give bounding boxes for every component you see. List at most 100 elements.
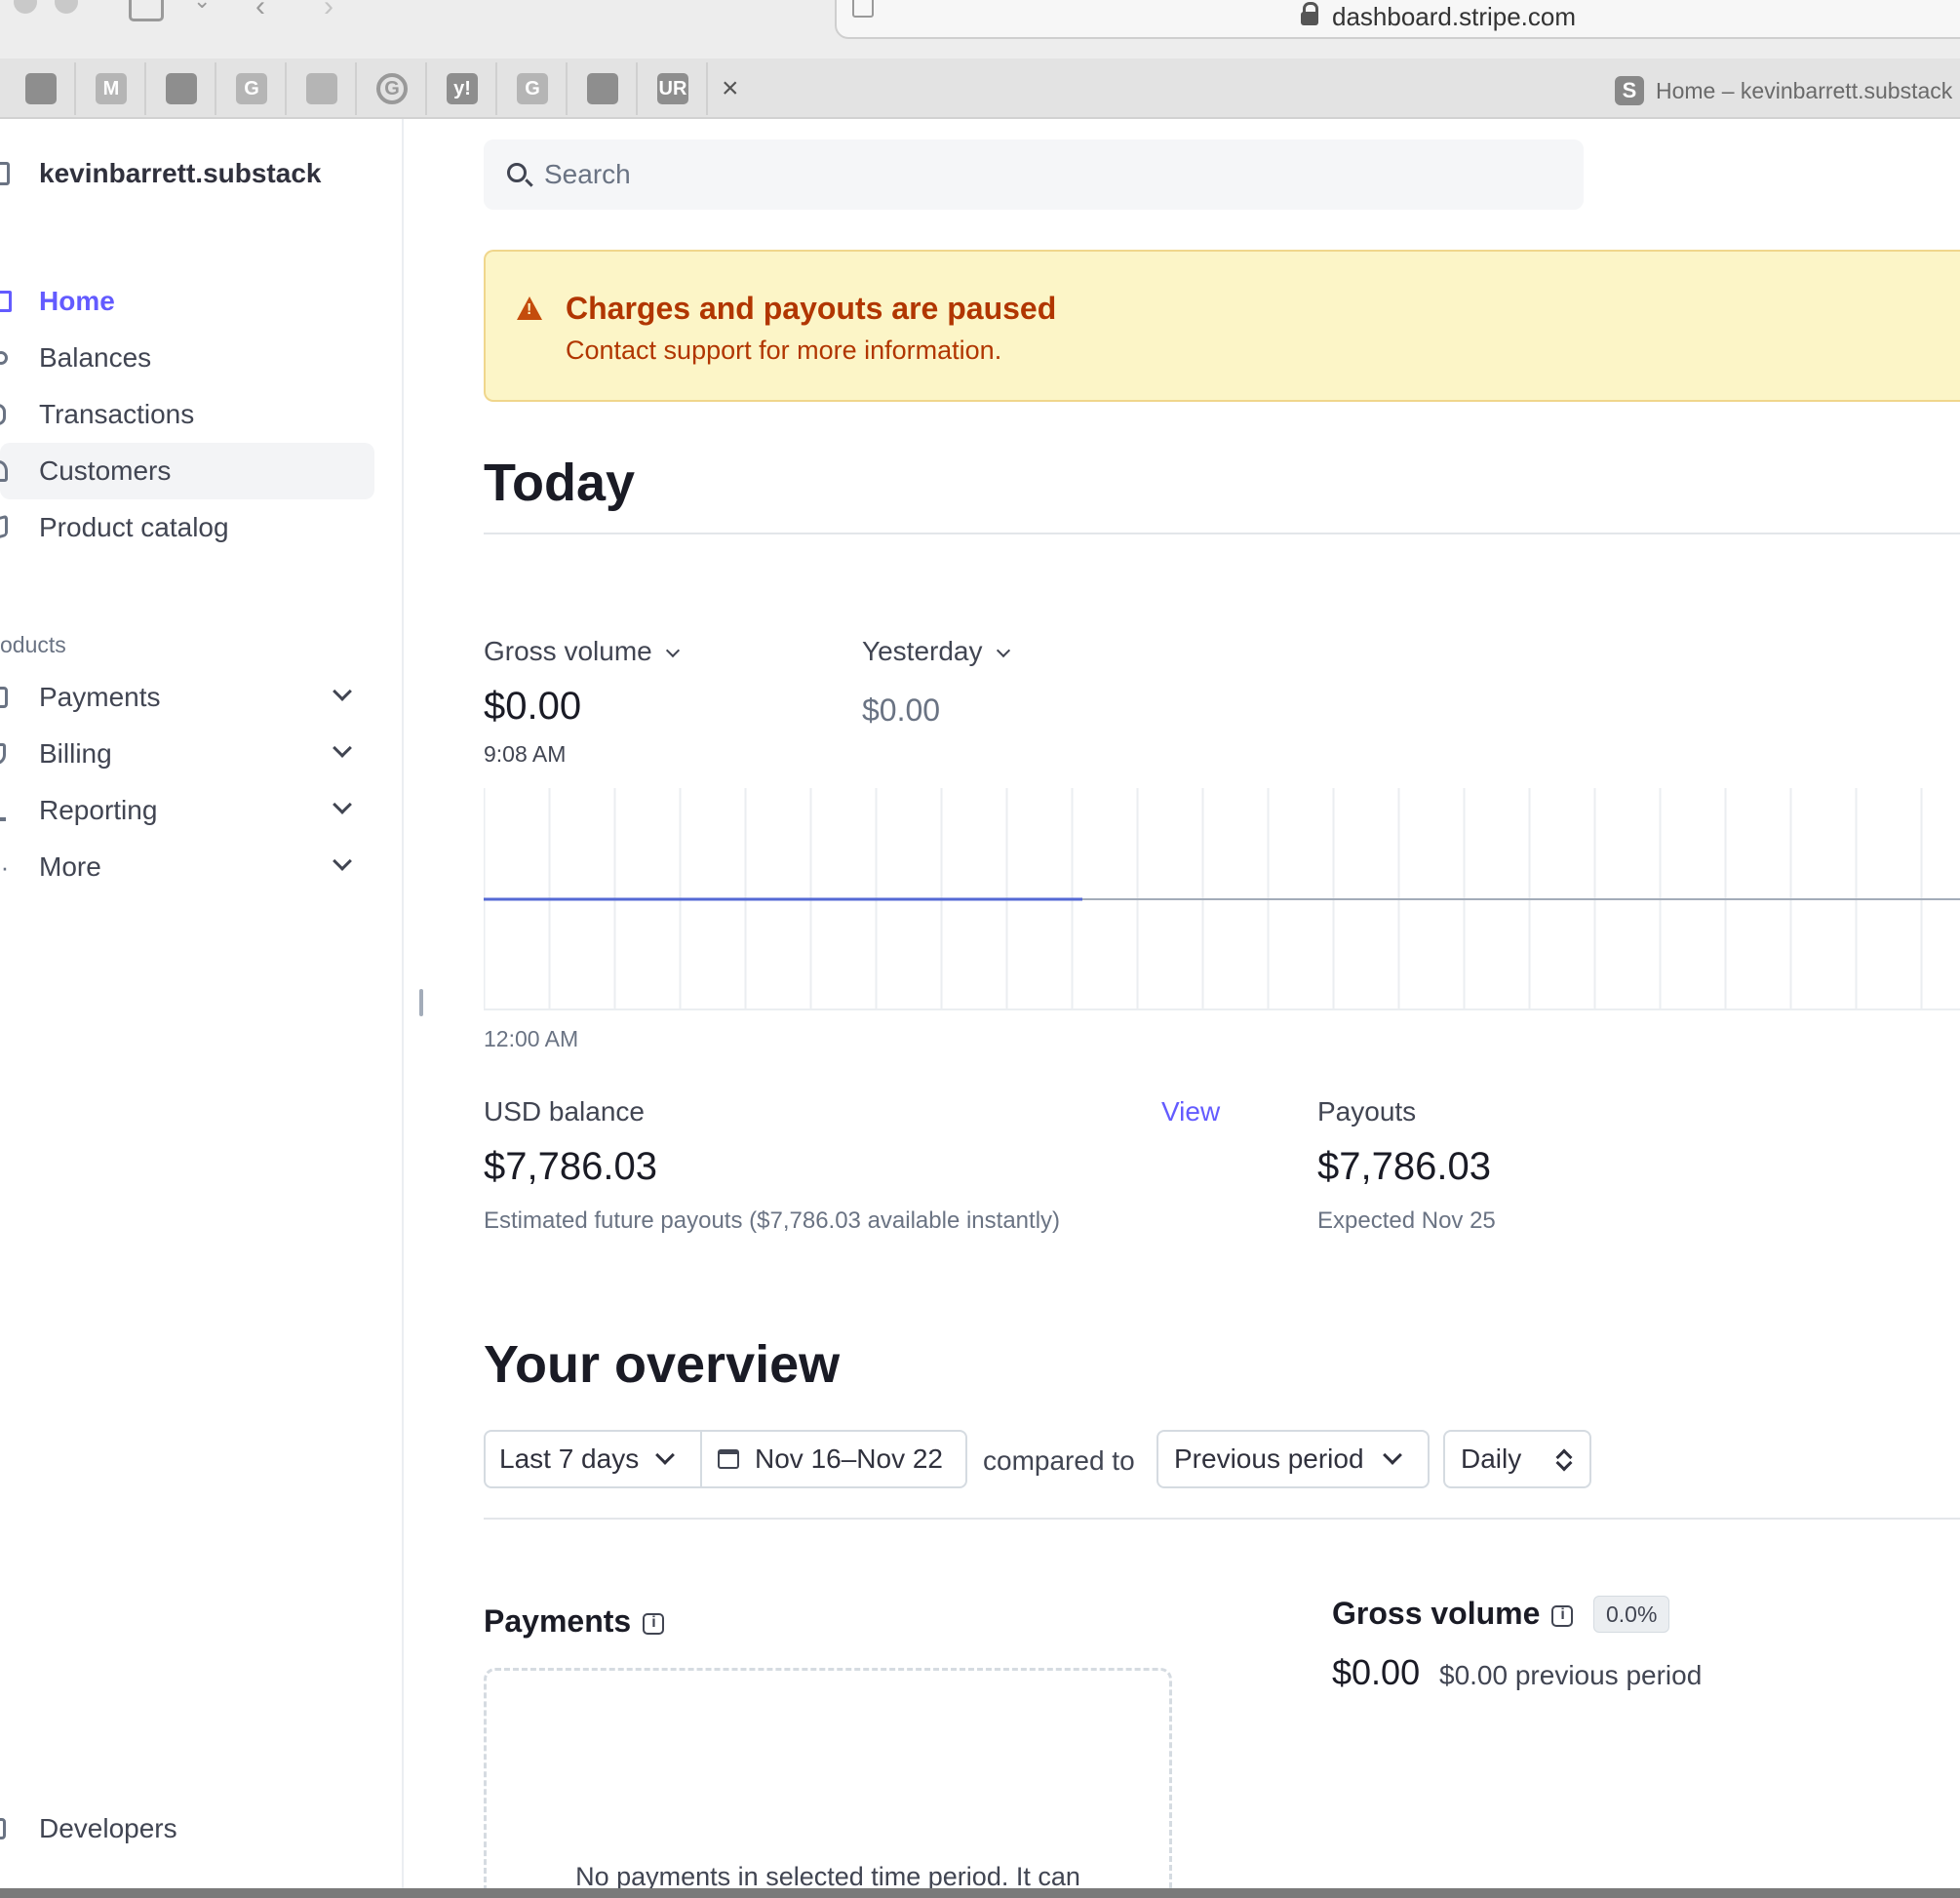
url-text: dashboard.stripe.com bbox=[1332, 2, 1577, 31]
forward-icon[interactable]: › bbox=[324, 0, 333, 21]
browser-toolbar: ⌄ ‹ › dashboard.stripe.com bbox=[0, 0, 1960, 59]
sidebar-item-balances[interactable]: Balances bbox=[0, 330, 374, 386]
gross-volume-label: Gross volume bbox=[484, 636, 652, 666]
overview-gross-volume-title: Gross volume bbox=[1332, 1596, 1574, 1632]
account-icon bbox=[0, 162, 10, 185]
tab-favicon-icon: G bbox=[376, 73, 408, 104]
compare-period-value: $0.00 bbox=[862, 692, 941, 728]
compared-to-text: compared to bbox=[983, 1445, 1135, 1476]
pinned-tab[interactable] bbox=[8, 62, 76, 115]
gross-volume-time: 9:08 AM bbox=[484, 741, 567, 767]
sidebar-item-reporting[interactable]: Reporting bbox=[0, 782, 374, 839]
sidebar-toggle-icon[interactable] bbox=[129, 0, 164, 21]
chevron-down-icon bbox=[333, 851, 352, 871]
chevron-down-icon bbox=[333, 738, 352, 758]
chevron-down-icon bbox=[996, 643, 1010, 658]
pinned-tab[interactable]: M bbox=[78, 62, 146, 115]
tab-favicon-icon: UR bbox=[657, 73, 688, 104]
pinned-tab[interactable] bbox=[148, 62, 216, 115]
gross-volume-value: $0.00 bbox=[484, 685, 582, 728]
pinned-tab[interactable]: G bbox=[218, 62, 287, 115]
product-catalog-icon bbox=[0, 514, 8, 541]
products-section-label: oducts bbox=[0, 632, 66, 657]
usd-balance-view-link[interactable]: View bbox=[1161, 1096, 1220, 1127]
customers-icon bbox=[0, 460, 8, 482]
search-input[interactable] bbox=[544, 139, 1558, 210]
pinned-tab[interactable] bbox=[289, 62, 357, 115]
compare-period-selector[interactable]: Yesterday bbox=[862, 636, 1010, 667]
sidebar-item-label: Product catalog bbox=[39, 512, 229, 542]
banner-subtitle[interactable]: Contact support for more information. bbox=[566, 336, 1001, 366]
home-icon bbox=[0, 291, 12, 312]
account-switcher[interactable]: kevinbarrett.substack bbox=[39, 158, 321, 189]
sidebar-item-customers[interactable]: Customers bbox=[0, 443, 374, 499]
active-tab[interactable]: S Home – kevinbarrett.substack bbox=[1615, 76, 1952, 105]
sidebar-item-label: Payments bbox=[39, 682, 161, 712]
sidebar-item-home[interactable]: Home bbox=[0, 273, 374, 330]
compare-select[interactable]: Previous period bbox=[1156, 1430, 1430, 1488]
balances-icon bbox=[0, 351, 8, 365]
sidebar-item-label: Billing bbox=[39, 738, 112, 769]
date-range-picker[interactable]: Nov 16–Nov 22 bbox=[700, 1430, 967, 1488]
pinned-tab[interactable]: G bbox=[499, 62, 568, 115]
more-icon: ·· bbox=[0, 852, 10, 882]
reader-icon[interactable] bbox=[852, 0, 874, 18]
calendar-icon bbox=[718, 1449, 739, 1469]
chevron-down-icon bbox=[665, 643, 680, 658]
range-select-value: Last 7 days bbox=[499, 1443, 640, 1474]
tab-favicon-icon bbox=[25, 73, 57, 104]
sidebar-item-transactions[interactable]: Transactions bbox=[0, 386, 374, 443]
pinned-tab[interactable]: y! bbox=[429, 62, 497, 115]
sidebar-resize-handle[interactable] bbox=[419, 989, 423, 1016]
window-close-button[interactable] bbox=[14, 0, 37, 14]
compare-select-value: Previous period bbox=[1174, 1443, 1364, 1474]
transactions-icon bbox=[0, 404, 6, 425]
payouts-description: Expected Nov 25 bbox=[1317, 1207, 1496, 1234]
back-icon[interactable]: ‹ bbox=[255, 0, 265, 21]
banner-title: Charges and payouts are paused bbox=[566, 291, 1057, 326]
interval-select[interactable]: Daily bbox=[1443, 1430, 1591, 1488]
payments-title: Payments bbox=[484, 1603, 665, 1640]
search-bar[interactable] bbox=[484, 139, 1584, 210]
pinned-tab[interactable]: UR bbox=[640, 62, 708, 115]
pinned-tab[interactable]: G bbox=[359, 62, 427, 115]
chevron-down-icon bbox=[333, 682, 352, 701]
stripe-favicon-icon: S bbox=[1615, 76, 1644, 105]
sidebar: kevinbarrett.substack Home Balances Tran… bbox=[0, 119, 404, 1898]
sidebar-item-more[interactable]: ·· More bbox=[0, 839, 374, 895]
sidebar-item-billing[interactable]: Billing bbox=[0, 726, 374, 782]
payments-title-text: Payments bbox=[484, 1603, 632, 1639]
lock-icon bbox=[1301, 2, 1318, 25]
close-tab-icon[interactable]: × bbox=[722, 72, 739, 105]
sidebar-item-product-catalog[interactable]: Product catalog bbox=[0, 499, 374, 556]
sidebar-item-label: Transactions bbox=[39, 399, 195, 429]
sidebar-item-label: Home bbox=[39, 286, 115, 316]
today-gross-volume-chart[interactable] bbox=[484, 788, 1960, 1010]
gross-volume-selector[interactable]: Gross volume bbox=[484, 636, 680, 667]
address-bar[interactable]: dashboard.stripe.com bbox=[835, 0, 1960, 39]
tab-favicon-icon bbox=[166, 73, 197, 104]
sidebar-item-label: Developers bbox=[39, 1813, 177, 1843]
reporting-icon bbox=[0, 800, 6, 821]
info-icon[interactable] bbox=[643, 1613, 665, 1635]
chevron-down-icon[interactable]: ⌄ bbox=[193, 0, 211, 12]
active-tab-title: Home – kevinbarrett.substack bbox=[1656, 77, 1953, 103]
payouts-value: $7,786.03 bbox=[1317, 1145, 1491, 1188]
search-icon bbox=[507, 163, 527, 182]
window-minimize-button[interactable] bbox=[55, 0, 78, 14]
usd-balance-label: USD balance bbox=[484, 1096, 645, 1127]
developers-icon bbox=[0, 1818, 6, 1839]
sidebar-item-label: Customers bbox=[39, 455, 172, 486]
sidebar-item-payments[interactable]: Payments bbox=[0, 669, 374, 726]
pinned-tab[interactable] bbox=[569, 62, 638, 115]
info-icon[interactable] bbox=[1551, 1605, 1574, 1627]
payments-icon bbox=[0, 687, 8, 708]
today-divider bbox=[484, 533, 1960, 534]
range-select[interactable]: Last 7 days bbox=[484, 1430, 702, 1488]
tab-favicon-icon: G bbox=[236, 73, 267, 104]
compare-period-label: Yesterday bbox=[862, 636, 983, 666]
tab-favicon-icon: y! bbox=[447, 73, 478, 104]
sidebar-item-developers[interactable]: Developers bbox=[0, 1800, 374, 1857]
sidebar-item-label: More bbox=[39, 851, 101, 882]
date-range-value: Nov 16–Nov 22 bbox=[755, 1443, 944, 1474]
